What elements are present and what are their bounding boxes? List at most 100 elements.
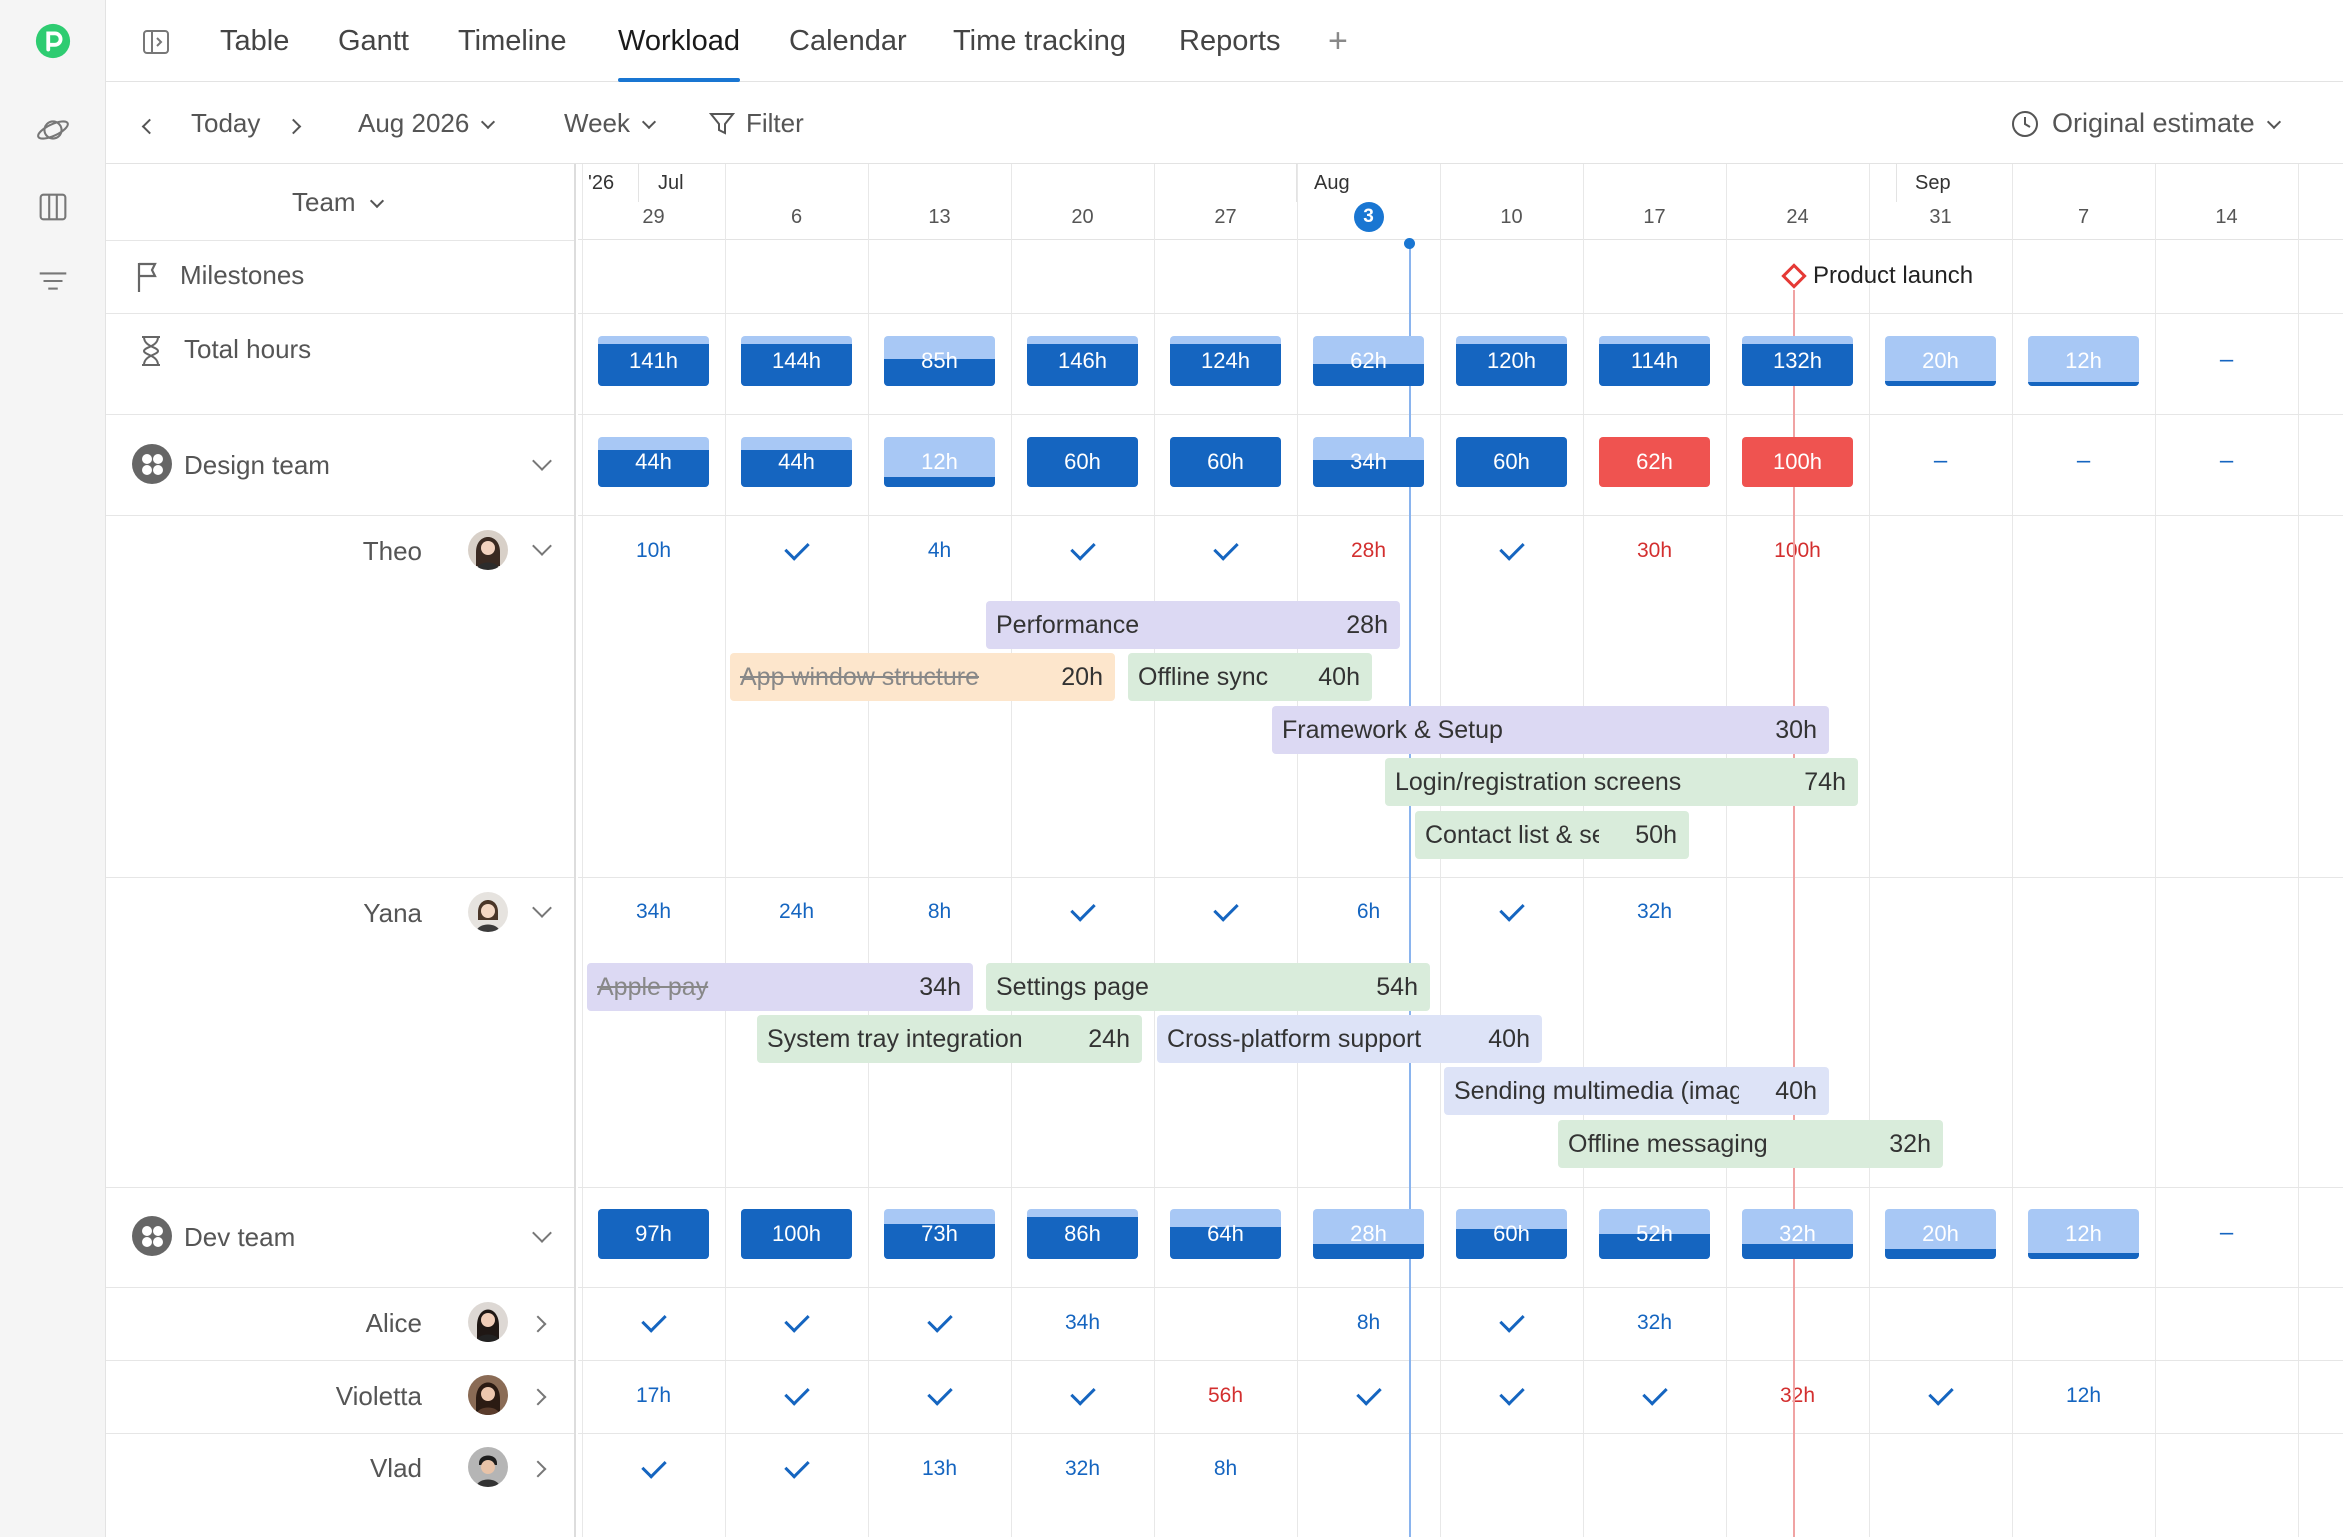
- hours-label: 120h: [1487, 348, 1536, 373]
- tab-calendar[interactable]: Calendar: [789, 0, 907, 82]
- total-hours-pill[interactable]: 20h: [1885, 336, 1996, 386]
- period-select[interactable]: Aug 2026: [358, 82, 496, 164]
- total-hours-pill[interactable]: 141h: [598, 336, 709, 386]
- hours-label: 146h: [1058, 348, 1107, 373]
- dev-team-hours-pill[interactable]: 60h: [1456, 1209, 1567, 1259]
- design-team-hours-pill[interactable]: 100h: [1742, 437, 1853, 487]
- hours-label: 86h: [1064, 1221, 1101, 1246]
- alice-hours[interactable]: 32h: [1583, 1311, 1726, 1335]
- total-hours-pill[interactable]: 85h: [884, 336, 995, 386]
- theo-task-bar[interactable]: Contact list & search 50h: [1415, 811, 1689, 859]
- violetta-hours[interactable]: 17h: [582, 1384, 725, 1408]
- expand-alice-icon[interactable]: [529, 1315, 547, 1333]
- tab-gantt[interactable]: Gantt: [338, 0, 409, 82]
- alice-hours[interactable]: 34h: [1011, 1311, 1154, 1335]
- milestone-label[interactable]: Product launch: [1813, 262, 1973, 290]
- theo-hours[interactable]: 28h: [1297, 539, 1440, 563]
- dev-team-hours-pill[interactable]: 64h: [1170, 1209, 1281, 1259]
- total-hours-pill[interactable]: 12h: [2028, 336, 2139, 386]
- design-team-hours-pill[interactable]: 60h: [1456, 437, 1567, 487]
- columns-icon[interactable]: [26, 180, 80, 234]
- vlad-hours[interactable]: 32h: [1011, 1457, 1154, 1481]
- expand-violetta-icon[interactable]: [529, 1388, 547, 1406]
- theo-task-bar[interactable]: App window structure 20h: [730, 653, 1115, 701]
- tab-table[interactable]: Table: [220, 0, 289, 82]
- theo-task-bar[interactable]: Framework & Setup 30h: [1272, 706, 1829, 754]
- design-team-hours-pill[interactable]: 60h: [1170, 437, 1281, 487]
- total-hours-pill[interactable]: 132h: [1742, 336, 1853, 386]
- design-team-hours-pill[interactable]: 12h: [884, 437, 995, 487]
- design-team-hours-pill[interactable]: 34h: [1313, 437, 1424, 487]
- estimate-select[interactable]: Original estimate: [2010, 82, 2281, 164]
- task-hours: 34h: [919, 973, 961, 1001]
- dev-team-hours-pill[interactable]: 73h: [884, 1209, 995, 1259]
- total-hours-pill[interactable]: 120h: [1456, 336, 1567, 386]
- dev-team-hours-pill[interactable]: 100h: [741, 1209, 852, 1259]
- design-team-hours-pill[interactable]: 44h: [741, 437, 852, 487]
- yana-task-bar[interactable]: System tray integration 24h: [757, 1015, 1142, 1063]
- tab-workload[interactable]: Workload: [618, 0, 740, 82]
- today-button[interactable]: Today: [191, 82, 260, 164]
- divider: [106, 515, 574, 516]
- vlad-hours[interactable]: 13h: [868, 1457, 1011, 1481]
- tab-time-tracking[interactable]: Time tracking: [953, 0, 1126, 82]
- app-logo-icon[interactable]: [26, 14, 80, 68]
- theo-hours[interactable]: 4h: [868, 539, 1011, 563]
- yana-hours[interactable]: 8h: [868, 900, 1011, 924]
- next-period-icon[interactable]: [285, 82, 302, 164]
- total-hours-pill[interactable]: 144h: [741, 336, 852, 386]
- design-team-hours-pill[interactable]: 44h: [598, 437, 709, 487]
- task-name: System tray integration: [767, 1025, 1023, 1053]
- dev-team-hours-pill[interactable]: 86h: [1027, 1209, 1138, 1259]
- violetta-hours[interactable]: 32h: [1726, 1384, 1869, 1408]
- theo-task-bar[interactable]: Offline sync 40h: [1128, 653, 1372, 701]
- dev-team-hours-pill[interactable]: 20h: [1885, 1209, 1996, 1259]
- yana-hours[interactable]: 6h: [1297, 900, 1440, 924]
- yana-task-bar[interactable]: Offline messaging 32h: [1558, 1120, 1943, 1168]
- total-hours-pill[interactable]: 146h: [1027, 336, 1138, 386]
- theo-hours[interactable]: 100h: [1726, 539, 1869, 563]
- total-hours-pill[interactable]: 62h: [1313, 336, 1424, 386]
- yana-hours[interactable]: 34h: [582, 900, 725, 924]
- tab-timeline[interactable]: Timeline: [458, 0, 567, 82]
- yana-task-bar[interactable]: Sending multimedia (images) 40h: [1444, 1067, 1829, 1115]
- violetta-hours[interactable]: 56h: [1154, 1384, 1297, 1408]
- team-group-select[interactable]: Team: [292, 187, 384, 218]
- theo-task-bar[interactable]: Performance 28h: [986, 601, 1400, 649]
- violetta-hours[interactable]: 12h: [2012, 1384, 2155, 1408]
- collapse-design-team-icon[interactable]: [532, 451, 552, 471]
- collapse-theo-icon[interactable]: [532, 536, 552, 556]
- expand-vlad-icon[interactable]: [529, 1460, 547, 1478]
- flag-icon: [134, 260, 164, 301]
- collapse-dev-team-icon[interactable]: [532, 1223, 552, 1243]
- yana-task-bar[interactable]: Apple pay 34h: [587, 963, 973, 1011]
- planet-icon[interactable]: [26, 103, 80, 157]
- theo-task-bar[interactable]: Login/registration screens 74h: [1385, 758, 1858, 806]
- dev-team-hours-pill[interactable]: 52h: [1599, 1209, 1710, 1259]
- total-hours-pill[interactable]: 124h: [1170, 336, 1281, 386]
- yana-hours[interactable]: 32h: [1583, 900, 1726, 924]
- dev-team-hours-pill[interactable]: 32h: [1742, 1209, 1853, 1259]
- task-name: Offline sync: [1138, 663, 1269, 691]
- filter-button[interactable]: Filter: [708, 82, 804, 164]
- menu-lines-icon[interactable]: [26, 254, 80, 308]
- theo-hours[interactable]: 10h: [582, 539, 725, 563]
- collapse-yana-icon[interactable]: [532, 898, 552, 918]
- yana-hours[interactable]: 24h: [725, 900, 868, 924]
- yana-task-bar[interactable]: Cross-platform support 40h: [1157, 1015, 1542, 1063]
- total-hours-pill[interactable]: 114h: [1599, 336, 1710, 386]
- yana-task-bar[interactable]: Settings page 54h: [986, 963, 1430, 1011]
- add-view-icon[interactable]: +: [1328, 0, 1348, 82]
- alice-hours[interactable]: 8h: [1297, 1311, 1440, 1335]
- dev-team-hours-pill[interactable]: 12h: [2028, 1209, 2139, 1259]
- dev-team-hours-pill[interactable]: 28h: [1313, 1209, 1424, 1259]
- vlad-hours[interactable]: 8h: [1154, 1457, 1297, 1481]
- dev-team-hours-pill[interactable]: 97h: [598, 1209, 709, 1259]
- design-team-hours-pill[interactable]: 62h: [1599, 437, 1710, 487]
- theo-hours[interactable]: 30h: [1583, 539, 1726, 563]
- tab-reports[interactable]: Reports: [1179, 0, 1281, 82]
- sidebar-toggle-icon[interactable]: [142, 0, 170, 82]
- design-team-hours-pill[interactable]: 60h: [1027, 437, 1138, 487]
- scale-select[interactable]: Week: [564, 82, 657, 164]
- prev-period-icon[interactable]: [141, 82, 158, 164]
